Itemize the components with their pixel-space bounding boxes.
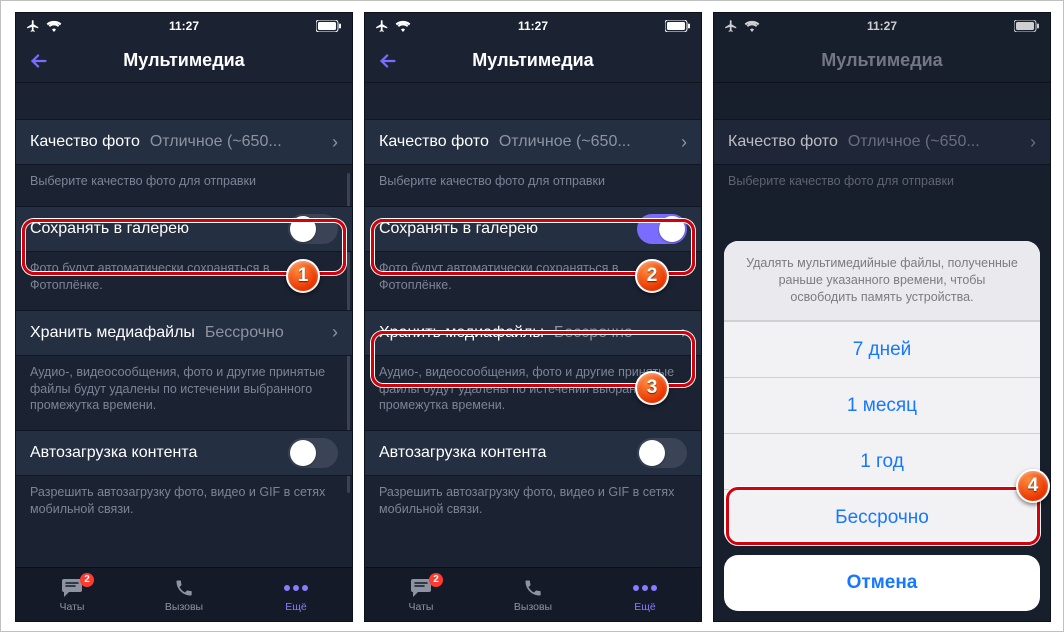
airplane-mode-icon (26, 19, 40, 33)
nav-header: Мультимедиа (365, 39, 701, 83)
chevron-right-icon: › (332, 132, 338, 153)
cell-footer: Аудио-, видеосообщения, фото и другие пр… (16, 356, 352, 421)
battery-icon (316, 20, 342, 32)
chevron-right-icon: › (681, 322, 687, 343)
status-time: 11:27 (518, 19, 548, 33)
toggle-autoload[interactable] (637, 438, 687, 468)
sheet-cancel-button[interactable]: Отмена (724, 555, 1040, 611)
nav-header: Мультимедиа (16, 39, 352, 83)
wifi-icon (46, 20, 62, 32)
chevron-right-icon: › (332, 322, 338, 343)
more-icon (283, 577, 309, 599)
cell-footer: Выберите качество фото для отправки (365, 165, 701, 196)
tab-calls[interactable]: Вызовы (477, 568, 589, 621)
tab-more[interactable]: Ещё (240, 568, 352, 621)
cell-save-to-gallery[interactable]: Сохранять в галерею (365, 206, 701, 252)
cell-save-to-gallery[interactable]: Сохранять в галерею (16, 206, 352, 252)
tab-chats[interactable]: 2 Чаты (365, 568, 477, 621)
status-time: 11:27 (169, 19, 199, 33)
cell-store-media[interactable]: Хранить медиафайлы Бессрочно › (365, 310, 701, 356)
sheet-option-unlimited[interactable]: Бессрочно (724, 489, 1040, 545)
toggle-save-to-gallery[interactable] (288, 214, 338, 244)
phone-screen-3: 11:27 Мультимедиа Качество фото Отличное… (713, 12, 1051, 622)
tab-more[interactable]: Ещё (589, 568, 701, 621)
cell-label: Автозагрузка контента (379, 444, 546, 462)
sheet-option-7-days[interactable]: 7 дней (724, 321, 1040, 377)
tab-label: Вызовы (165, 601, 203, 613)
cell-label: Сохранять в галерею (379, 220, 538, 238)
cell-autoload-content[interactable]: Автозагрузка контента (16, 430, 352, 476)
chats-icon: 2 (60, 577, 84, 599)
phone-screen-1: 11:27 Мультимедиа Качество фото Отличное… (15, 12, 353, 622)
action-sheet: Удалять мультимедийные файлы, полученные… (724, 241, 1040, 611)
cell-footer: Фото будут автоматически сохраняться в Ф… (16, 252, 352, 300)
cell-label: Автозагрузка контента (30, 444, 197, 462)
tab-calls[interactable]: Вызовы (128, 568, 240, 621)
cell-value: Отличное (~650... (499, 133, 675, 151)
cell-label: Сохранять в галерею (30, 220, 189, 238)
cell-photo-quality[interactable]: Качество фото Отличное (~650... › (16, 119, 352, 165)
tab-label: Ещё (634, 601, 655, 613)
battery-icon (665, 20, 691, 32)
cell-label: Качество фото (30, 133, 140, 151)
sheet-option-1-year[interactable]: 1 год (724, 433, 1040, 489)
wifi-icon (395, 20, 411, 32)
sheet-option-1-month[interactable]: 1 месяц (724, 377, 1040, 433)
tab-bar: 2 Чаты Вызовы Ещё (365, 567, 701, 621)
page-title: Мультимедиа (16, 50, 352, 71)
settings-list: Качество фото Отличное (~650... › Выбери… (365, 83, 701, 567)
cell-autoload-content[interactable]: Автозагрузка контента (365, 430, 701, 476)
phone-screen-2: 11:27 Мультимедиа Качество фото Отличное… (364, 12, 702, 622)
status-bar: 11:27 (16, 13, 352, 39)
page-title: Мультимедиа (365, 50, 701, 71)
cell-value: Бессрочно (205, 324, 326, 342)
chats-icon: 2 (409, 577, 433, 599)
more-icon (632, 577, 658, 599)
tab-chats[interactable]: 2 Чаты (16, 568, 128, 621)
cell-label: Хранить медиафайлы (30, 324, 195, 342)
settings-list: Качество фото Отличное (~650... › Выбери… (16, 83, 352, 567)
cell-label: Хранить медиафайлы (379, 324, 544, 342)
cell-photo-quality[interactable]: Качество фото Отличное (~650... › (365, 119, 701, 165)
cell-footer: Выберите качество фото для отправки (16, 165, 352, 196)
back-icon[interactable] (377, 50, 399, 72)
phone-icon (174, 577, 194, 599)
cell-footer: Фото будут автоматически сохраняться в Ф… (365, 252, 701, 300)
cell-value: Бессрочно (554, 324, 675, 342)
tab-bar: 2 Чаты Вызовы Ещё (16, 567, 352, 621)
sheet-message: Удалять мультимедийные файлы, полученные… (724, 241, 1040, 321)
cell-store-media[interactable]: Хранить медиафайлы Бессрочно › (16, 310, 352, 356)
tab-label: Чаты (409, 601, 434, 613)
tab-label: Ещё (285, 601, 306, 613)
cell-label: Качество фото (379, 133, 489, 151)
airplane-mode-icon (375, 19, 389, 33)
toggle-save-to-gallery[interactable] (637, 214, 687, 244)
status-bar: 11:27 (365, 13, 701, 39)
cell-footer: Аудио-, видеосообщения, фото и другие пр… (365, 356, 701, 421)
phone-icon (523, 577, 543, 599)
chevron-right-icon: › (681, 132, 687, 153)
tab-badge: 2 (80, 573, 94, 587)
tab-label: Чаты (60, 601, 85, 613)
cell-value: Отличное (~650... (150, 133, 326, 151)
cell-footer: Разрешить автозагрузку фото, видео и GIF… (365, 476, 701, 524)
sheet-options-group: Удалять мультимедийные файлы, полученные… (724, 241, 1040, 545)
tab-badge: 2 (429, 573, 443, 587)
toggle-autoload[interactable] (288, 438, 338, 468)
tab-label: Вызовы (514, 601, 552, 613)
cell-footer: Разрешить автозагрузку фото, видео и GIF… (16, 476, 352, 524)
back-icon[interactable] (28, 50, 50, 72)
